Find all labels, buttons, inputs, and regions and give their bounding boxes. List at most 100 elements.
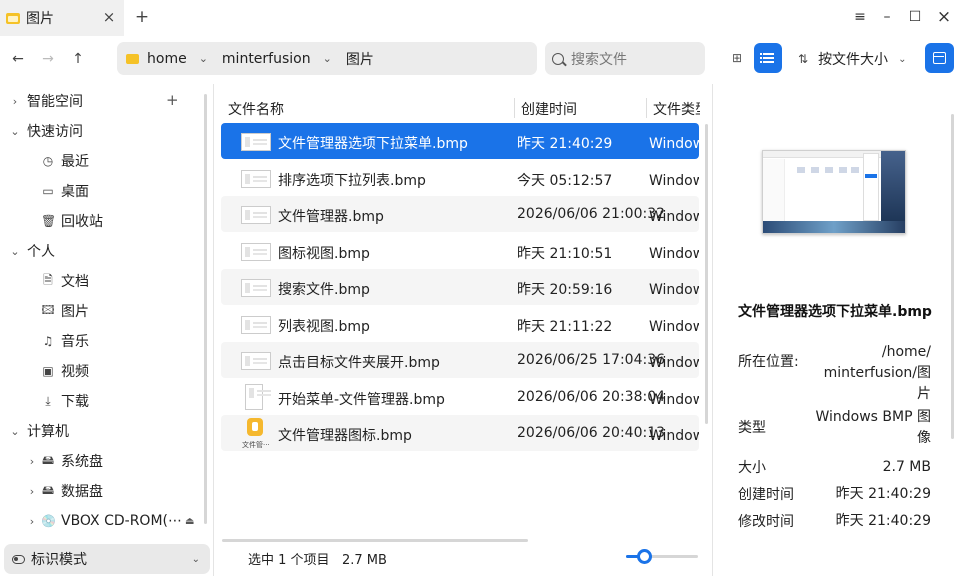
sidebar-item-computer[interactable]: ⌄ 计算机 <box>0 416 200 446</box>
minimize-button[interactable]: – <box>877 7 897 27</box>
sidebar-item-documents[interactable]: 🗎 文档 <box>41 266 89 296</box>
sidebar-item-quick-access[interactable]: ⌄ 快速访问 <box>0 116 200 146</box>
table-row[interactable]: 点击目标文件夹展开.bmp 2026/06/25 17:04:36 Window… <box>221 342 699 378</box>
video-icon: ▣ <box>42 364 54 378</box>
divider[interactable] <box>213 84 214 576</box>
breadcrumb-pictures[interactable]: 图片 <box>346 49 374 69</box>
tab-title: 图片 <box>26 11 54 27</box>
chevron-down-icon[interactable]: ⌄ <box>10 425 20 438</box>
detail-size: 大小 2.7 MB <box>738 457 931 479</box>
close-window-button[interactable]: × <box>934 7 954 27</box>
sidebar-item-pictures[interactable]: 🖾 图片 <box>41 296 89 326</box>
sidebar-item-label: VBOX CD-ROM(⋯ <box>61 513 182 529</box>
list-icon-line <box>763 57 774 59</box>
up-button[interactable]: ↑ <box>68 48 88 70</box>
new-tab-button[interactable]: + <box>134 7 150 27</box>
back-button[interactable]: ← <box>8 48 28 70</box>
detail-scrollbar[interactable] <box>951 114 954 439</box>
chevron-right-icon[interactable]: › <box>27 455 37 468</box>
column-separator[interactable] <box>646 98 647 118</box>
music-icon: ♫ <box>42 334 54 348</box>
sidebar-item-system-disk[interactable]: › 🖴 系统盘 <box>0 446 200 476</box>
file-name: 文件管理器图标.bmp <box>278 428 412 444</box>
tab-bar: 图片 × + ≡ – ☐ × <box>0 0 963 36</box>
preview-file <box>851 167 859 173</box>
sidebar-item-label: 回收站 <box>61 214 103 230</box>
list-icon-line <box>763 61 774 63</box>
table-row[interactable]: 开始菜单-文件管理器.bmp 2026/06/06 20:38:04 Windo… <box>221 379 699 415</box>
sidebar-item-trash[interactable]: 🗑 回收站 <box>41 206 103 236</box>
table-row[interactable]: 文件管··· 文件管理器图标.bmp 2026/06/06 20:40:13 W… <box>221 415 699 451</box>
sidebar-item-cdrom[interactable]: › 💿 VBOX CD-ROM(⋯ ⏏ <box>0 506 200 536</box>
detail-value: Windows BMP 图 像 <box>815 407 931 449</box>
image-thumbnail <box>241 170 271 188</box>
icon-view-button[interactable]: ⊞ <box>728 48 746 68</box>
table-row[interactable]: 图标视图.bmp 昨天 21:10:51 Windows BMP 图像 <box>221 233 699 269</box>
main-menu-icon[interactable]: ≡ <box>850 7 870 27</box>
zoom-slider-handle[interactable] <box>636 549 652 564</box>
mode-selector[interactable]: 标识模式 ⌄ <box>4 544 210 574</box>
chevron-right-icon[interactable]: › <box>27 515 37 528</box>
chevron-down-icon: ⌄ <box>191 553 200 565</box>
sidebar-item-personal[interactable]: ⌄ 个人 <box>0 236 200 266</box>
chevron-right-icon[interactable]: › <box>10 95 20 108</box>
sidebar-item-desktop[interactable]: ▭ 桌面 <box>41 176 89 206</box>
search-input[interactable]: 搜索文件 <box>545 42 705 75</box>
eject-icon[interactable]: ⏏ <box>185 516 194 527</box>
table-row[interactable]: 文件管理器选项下拉菜单.bmp 昨天 21:40:29 Windows BMP … <box>221 123 699 159</box>
detail-modified: 修改时间 昨天 21:40:29 <box>738 511 931 533</box>
maximize-button[interactable]: ☐ <box>905 7 925 27</box>
list-view-button[interactable] <box>754 43 782 73</box>
sidebar: › 智能空间 + ⌄ 快速访问 ◷ 最近 ▭ 桌面 🗑 回收站 ⌄ 个人 🗎 文… <box>0 84 213 576</box>
detail-type: 类型 Windows BMP 图 像 <box>738 407 931 451</box>
chevron-down-icon[interactable]: ⌄ <box>323 52 332 65</box>
sidebar-item-music[interactable]: ♫ 音乐 <box>41 326 89 356</box>
disk-icon: 🖴 <box>41 452 55 467</box>
column-header-time[interactable]: 创建时间 <box>521 99 577 119</box>
detail-view-button[interactable] <box>925 43 954 73</box>
preview-sidebar <box>763 159 785 221</box>
cdrom-icon: 💿 <box>41 514 56 528</box>
forward-button[interactable]: → <box>38 48 58 70</box>
column-separator[interactable] <box>514 98 515 118</box>
preview-taskbar <box>763 221 905 233</box>
preview-file <box>839 167 847 173</box>
sidebar-item-data-disk[interactable]: › 🖴 数据盘 <box>0 476 200 506</box>
chevron-down-icon[interactable]: ⌄ <box>10 245 20 258</box>
sidebar-item-recent[interactable]: ◷ 最近 <box>41 146 89 176</box>
breadcrumb-minterfusion[interactable]: minterfusion <box>222 51 311 67</box>
chevron-down-icon: ⌄ <box>898 53 907 65</box>
detail-value: 2.7 MB <box>882 459 931 475</box>
file-type: Windows BMP 图像 <box>649 282 699 298</box>
chevron-down-icon[interactable]: ⌄ <box>10 125 20 138</box>
file-list-vscrollbar[interactable] <box>705 124 708 424</box>
download-icon: ⤓ <box>45 393 51 408</box>
picture-icon: 🖾 <box>41 302 55 317</box>
sidebar-item-label: 系统盘 <box>61 454 103 470</box>
tab-pictures[interactable]: 图片 × <box>0 0 124 36</box>
tab-close-icon[interactable]: × <box>101 8 117 26</box>
toolbar: ← → ↑ home ⌄ minterfusion ⌄ 图片 搜索文件 ⊞ ⇅ … <box>0 36 963 82</box>
column-header-name[interactable]: 文件名称 <box>228 99 284 119</box>
detail-panel-icon <box>933 52 946 64</box>
sidebar-item-downloads[interactable]: ⤓ 下载 <box>41 386 89 416</box>
chevron-right-icon[interactable]: › <box>27 485 37 498</box>
sidebar-item-label: 视频 <box>61 364 89 380</box>
chevron-down-icon[interactable]: ⌄ <box>199 52 208 65</box>
sidebar-item-videos[interactable]: ▣ 视频 <box>41 356 89 386</box>
column-header-type[interactable]: 文件类型 <box>653 99 700 119</box>
file-type: Windows BMP 图像 <box>649 209 699 225</box>
table-row[interactable]: 文件管理器.bmp 2026/06/06 21:00:32 Windows BM… <box>221 196 699 232</box>
add-icon[interactable]: + <box>166 91 179 109</box>
divider[interactable] <box>712 84 713 576</box>
sidebar-item-smart-space[interactable]: › 智能空间 + <box>0 86 200 116</box>
table-row[interactable]: 搜索文件.bmp 昨天 20:59:16 Windows BMP 图像 <box>221 269 699 305</box>
sidebar-item-label: 智能空间 <box>27 94 83 110</box>
sort-dropdown[interactable]: ⇅ 按文件大小 ⌄ <box>798 48 906 70</box>
table-row[interactable]: 排序选项下拉列表.bmp 今天 05:12:57 Windows BMP 图像 <box>221 160 699 196</box>
file-time: 2026/06/06 21:00:32 <box>517 206 666 222</box>
table-row[interactable]: 列表视图.bmp 昨天 21:11:22 Windows BMP 图像 <box>221 306 699 342</box>
breadcrumb-home[interactable]: home <box>147 51 187 67</box>
file-list-hscrollbar[interactable] <box>222 539 528 542</box>
sidebar-scrollbar[interactable] <box>204 94 207 524</box>
